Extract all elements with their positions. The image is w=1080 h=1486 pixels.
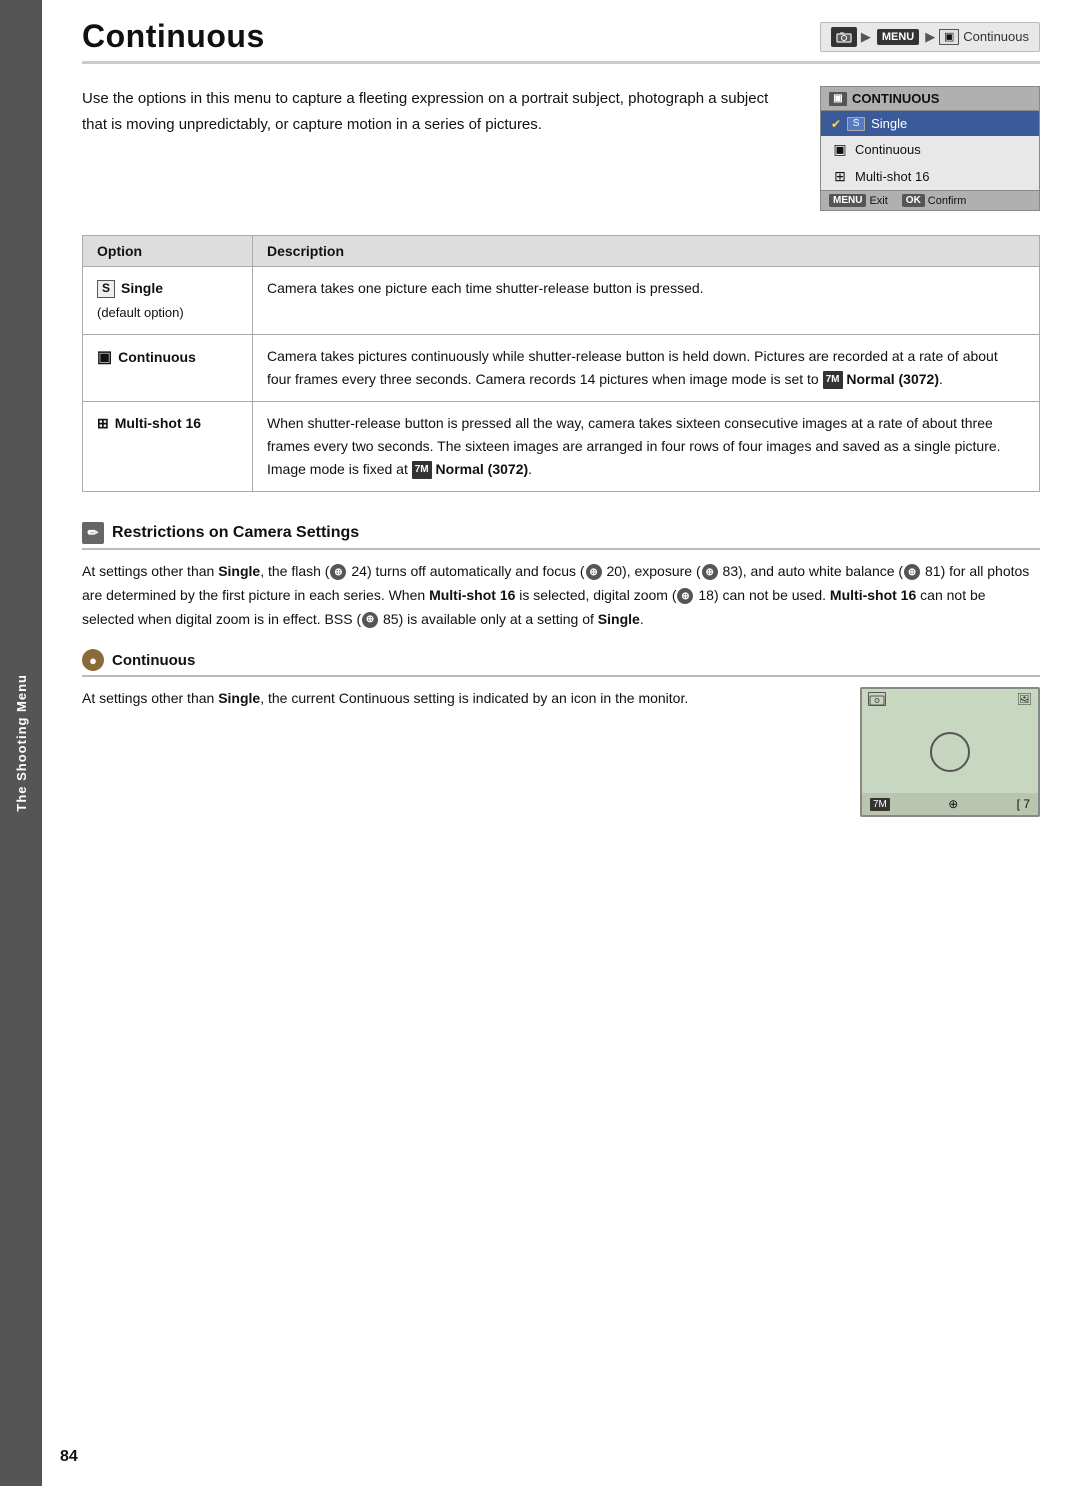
continuous-note-heading: ● Continuous xyxy=(82,649,1040,677)
breadcrumb: ▶ MENU ▶ ▣ Continuous xyxy=(820,22,1040,52)
menu-item-continuous[interactable]: ▣ Continuous xyxy=(821,136,1039,163)
menu-screenshot: ▣ CONTINUOUS ✔ S Single ▣ Continuous ⊞ xyxy=(820,86,1040,211)
breadcrumb-page-name: Continuous xyxy=(963,29,1029,44)
option-continuous-name: ▣ Continuous xyxy=(97,345,238,371)
monitor-frames-count: 🖼 xyxy=(1017,692,1032,706)
main-content: Continuous ▶ MENU ▶ ▣ Continuous xyxy=(42,0,1080,847)
normal-text-2: Normal (3072). xyxy=(436,461,532,477)
monitor-camera-icon xyxy=(868,692,886,706)
multishot-menu-icon: ⊞ xyxy=(831,168,849,185)
continuous-section-icon: ▣ xyxy=(939,29,959,45)
option-continuous-cell: ▣ Continuous xyxy=(83,334,253,401)
page-number: 84 xyxy=(60,1448,78,1466)
note-icon: ● xyxy=(82,649,104,671)
ref-icon-3: ⊕ xyxy=(702,564,718,580)
seven-m-icon-2: 7M xyxy=(412,461,432,480)
menu-footer: MENU Exit OK Confirm xyxy=(821,190,1039,210)
option-single-cell: S Single (default option) xyxy=(83,267,253,335)
continuous-table-icon: ▣ xyxy=(97,345,112,371)
single-description: Camera takes one picture each time shutt… xyxy=(253,267,1040,335)
single-sub: (default option) xyxy=(97,302,238,323)
restrictions-title: Restrictions on Camera Settings xyxy=(112,524,359,542)
confirm-label: Confirm xyxy=(928,195,967,207)
monitor-7m-icon: 7M xyxy=(870,798,890,811)
menu-title: ▣ CONTINUOUS xyxy=(821,87,1039,111)
monitor-top-bar: 🖼 xyxy=(862,689,1038,711)
single-label: Single xyxy=(871,116,907,131)
monitor-bottom-bar: 7M ⊕ [ 7 xyxy=(862,793,1038,815)
continuous-description: Camera takes pictures continuously while… xyxy=(253,334,1040,401)
options-table: Option Description S Single (default opt… xyxy=(82,235,1040,492)
single-box-icon: S xyxy=(97,280,115,298)
pencil-icon: ✏ xyxy=(82,522,104,544)
intro-text: Use the options in this menu to capture … xyxy=(82,86,790,137)
restrictions-section: ✏ Restrictions on Camera Settings At set… xyxy=(82,522,1040,631)
intro-section: Use the options in this menu to capture … xyxy=(82,86,1040,211)
menu-exit: MENU Exit xyxy=(829,194,888,207)
monitor-focus-icon: ⊕ xyxy=(948,797,958,811)
ref-icon-6: ⊕ xyxy=(362,612,378,628)
ref-icon-2: ⊕ xyxy=(586,564,602,580)
single-icon: S xyxy=(847,117,865,131)
camera-monitor: 🖼 7M ⊕ [ 7 xyxy=(860,687,1040,817)
checkmark-icon: ✔ xyxy=(831,117,841,131)
header-row: Continuous ▶ MENU ▶ ▣ Continuous xyxy=(82,18,1040,64)
restrictions-heading: ✏ Restrictions on Camera Settings xyxy=(82,522,1040,550)
ref-icon-5: ⊕ xyxy=(677,588,693,604)
ref-icon-4: ⊕ xyxy=(904,564,920,580)
ref-icon-1: ⊕ xyxy=(330,564,346,580)
continuous-label: Continuous xyxy=(855,142,921,157)
menu-key: MENU xyxy=(829,194,866,207)
table-row: S Single (default option) Camera takes o… xyxy=(83,267,1040,335)
continuous-note-section: ● Continuous At settings other than Sing… xyxy=(82,649,1040,817)
multishot-description: When shutter-release button is pressed a… xyxy=(253,401,1040,491)
col-description: Description xyxy=(253,236,1040,267)
camera-svg xyxy=(836,31,852,43)
exit-label: Exit xyxy=(869,195,887,207)
arrow-right-icon-2: ▶ xyxy=(925,29,935,45)
menu-icon: MENU xyxy=(877,29,919,45)
note-row: At settings other than Single, the curre… xyxy=(82,687,1040,817)
col-option: Option xyxy=(83,236,253,267)
menu-title-icon: ▣ xyxy=(829,92,847,106)
menu-item-multishot[interactable]: ⊞ Multi-shot 16 xyxy=(821,163,1039,190)
single-text: Single xyxy=(121,277,163,300)
table-row: ▣ Continuous Camera takes pictures conti… xyxy=(83,334,1040,401)
sidebar: The Shooting Menu xyxy=(0,0,42,1486)
page-title: Continuous xyxy=(82,18,265,55)
continuous-note-title: Continuous xyxy=(112,652,195,669)
option-multishot-cell: ⊞ Multi-shot 16 xyxy=(83,401,253,491)
sidebar-label: The Shooting Menu xyxy=(14,674,29,812)
menu-title-label: CONTINUOUS xyxy=(852,91,939,106)
seven-m-icon: 7M xyxy=(823,371,843,390)
continuous-note-text: At settings other than Single, the curre… xyxy=(82,687,840,711)
continuous-text: Continuous xyxy=(118,346,196,369)
menu-confirm: OK Confirm xyxy=(902,194,967,207)
option-multishot-name: ⊞ Multi-shot 16 xyxy=(97,412,238,435)
monitor-cam-svg xyxy=(869,694,885,706)
multishot-table-icon: ⊞ xyxy=(97,412,109,435)
ok-key: OK xyxy=(902,194,925,207)
continuous-menu-icon: ▣ xyxy=(831,141,849,158)
monitor-circle xyxy=(930,732,970,772)
table-row: ⊞ Multi-shot 16 When shutter-release but… xyxy=(83,401,1040,491)
option-single-name: S Single xyxy=(97,277,238,300)
menu-item-single[interactable]: ✔ S Single xyxy=(821,111,1039,136)
normal-text: Normal (3072). xyxy=(846,371,942,387)
restrictions-text: At settings other than Single, the flash… xyxy=(82,560,1040,631)
multishot-desc-text: When shutter-release button is pressed a… xyxy=(267,415,1001,477)
multishot-text: Multi-shot 16 xyxy=(115,412,201,435)
arrow-right-icon: ▶ xyxy=(861,29,871,45)
monitor-bracket-icon: [ 7 xyxy=(1017,797,1030,811)
camera-icon xyxy=(831,27,857,47)
page: The Shooting Menu Continuous ▶ MENU ▶ xyxy=(0,0,1080,1486)
multishot-label: Multi-shot 16 xyxy=(855,169,929,184)
